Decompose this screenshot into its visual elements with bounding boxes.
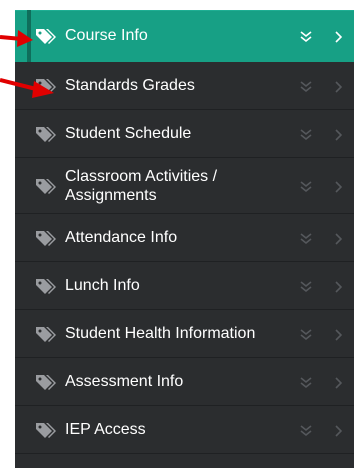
- double-chevron-down-icon[interactable]: [299, 181, 313, 193]
- menu-item-lunch-info[interactable]: Lunch Info: [15, 262, 354, 310]
- tags-icon: [36, 179, 56, 194]
- menu-item-assessment-info[interactable]: Assessment Info: [15, 358, 354, 406]
- sidebar-menu: Course Info Standards Grades Student Sch…: [15, 10, 354, 468]
- red-pointer-arrow-icon: [0, 78, 54, 98]
- chevron-right-icon[interactable]: [334, 129, 342, 141]
- menu-item-label: Classroom Activities / Assignments: [65, 168, 218, 204]
- menu-item-label: Standards Grades: [65, 77, 195, 94]
- double-chevron-down-icon[interactable]: [299, 425, 313, 437]
- chevron-right-icon[interactable]: [334, 31, 342, 43]
- menu-item-classroom-activities[interactable]: Classroom Activities / Assignments: [15, 158, 354, 214]
- menu-item-label: Student Health Information: [65, 325, 256, 342]
- menu-item-label: IEP Access: [65, 421, 146, 438]
- chevron-right-icon[interactable]: [334, 181, 342, 193]
- menu-item-label: Student Schedule: [65, 125, 192, 142]
- double-chevron-down-icon[interactable]: [299, 281, 313, 293]
- double-chevron-down-icon[interactable]: [299, 81, 313, 93]
- menu-item-label: Course Info: [65, 27, 148, 44]
- tags-icon: [36, 423, 56, 438]
- chevron-right-icon[interactable]: [334, 233, 342, 245]
- tags-icon: [36, 29, 56, 44]
- double-chevron-down-icon[interactable]: [299, 329, 313, 341]
- chevron-right-icon[interactable]: [334, 281, 342, 293]
- chevron-right-icon[interactable]: [334, 81, 342, 93]
- menu-item-student-schedule[interactable]: Student Schedule: [15, 110, 354, 158]
- chevron-right-icon[interactable]: [334, 329, 342, 341]
- red-pointer-arrow-icon: [0, 30, 33, 47]
- menu-item-standards-grades[interactable]: Standards Grades: [15, 62, 354, 110]
- chevron-right-icon[interactable]: [334, 425, 342, 437]
- menu-item-label: Attendance Info: [65, 229, 178, 246]
- tags-icon: [36, 375, 56, 390]
- tags-icon: [36, 279, 56, 294]
- double-chevron-down-icon[interactable]: [299, 377, 313, 389]
- screenshot-frame: Course Info Standards Grades Student Sch…: [0, 0, 354, 468]
- tags-icon: [36, 327, 56, 342]
- menu-item-student-health-information[interactable]: Student Health Information: [15, 310, 354, 358]
- tags-icon: [36, 127, 56, 142]
- chevron-right-icon[interactable]: [334, 377, 342, 389]
- menu-item-label: Assessment Info: [65, 373, 184, 390]
- menu-item-course-info[interactable]: Course Info: [15, 10, 354, 62]
- menu-item-iep-access[interactable]: IEP Access: [15, 406, 354, 454]
- menu-item-attendance-info[interactable]: Attendance Info: [15, 214, 354, 262]
- menu-item-label: Lunch Info: [65, 277, 140, 294]
- double-chevron-down-icon[interactable]: [299, 233, 313, 245]
- double-chevron-down-icon[interactable]: [299, 129, 313, 141]
- double-chevron-down-icon[interactable]: [299, 31, 313, 43]
- tags-icon: [36, 231, 56, 246]
